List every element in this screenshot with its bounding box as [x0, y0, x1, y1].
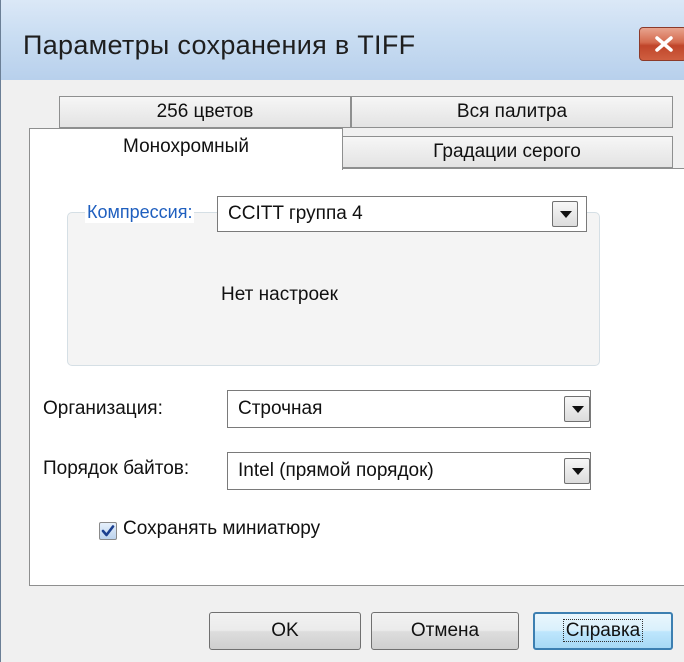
compression-label: Компрессия:	[85, 202, 195, 223]
tab-256-colors[interactable]: 256 цветов	[59, 96, 351, 128]
thumbnail-checkbox[interactable]	[99, 522, 117, 540]
window-title: Параметры сохранения в TIFF	[23, 30, 416, 60]
dropdown-button[interactable]	[552, 201, 578, 227]
cancel-button[interactable]: Отмена	[371, 612, 519, 650]
close-icon	[655, 36, 673, 52]
tab-label: Вся палитра	[456, 101, 568, 122]
help-button[interactable]: Справка	[533, 612, 673, 650]
chevron-down-icon	[572, 406, 584, 413]
help-button-label: Справка	[562, 619, 644, 642]
tab-grayscale[interactable]: Градации серого	[341, 136, 673, 168]
ok-button-label: OK	[271, 620, 299, 641]
tab-label: Градации серого	[433, 141, 581, 162]
dropdown-button[interactable]	[564, 396, 590, 422]
tab-full-palette[interactable]: Вся палитра	[351, 96, 673, 128]
close-button[interactable]	[639, 27, 684, 61]
compression-value: CCITT группа 4	[228, 203, 363, 224]
organization-value: Строчная	[238, 398, 323, 419]
chevron-down-icon	[560, 211, 572, 218]
ok-button[interactable]: OK	[209, 612, 361, 650]
dropdown-button[interactable]	[564, 458, 590, 484]
dialog-window: Параметры сохранения в TIFF 256 цветов В…	[0, 0, 684, 662]
byte-order-label: Порядок байтов:	[43, 458, 190, 479]
compression-select[interactable]: CCITT группа 4	[217, 196, 587, 232]
byte-order-select[interactable]: Intel (прямой порядок)	[227, 452, 591, 490]
tab-monochrome[interactable]: Монохромный	[29, 128, 343, 170]
tab-label: Монохромный	[123, 136, 249, 157]
organization-select[interactable]: Строчная	[227, 390, 591, 428]
organization-label: Организация:	[43, 398, 163, 419]
byte-order-value: Intel (прямой порядок)	[238, 460, 434, 481]
checkmark-icon	[101, 525, 115, 537]
no-settings-text: Нет настроек	[221, 284, 338, 305]
title-bar[interactable]: Параметры сохранения в TIFF	[1, 0, 684, 80]
tab-label: 256 цветов	[156, 101, 254, 122]
chevron-down-icon	[572, 468, 584, 475]
thumbnail-label[interactable]: Сохранять миниатюру	[123, 518, 320, 540]
cancel-button-label: Отмена	[410, 620, 480, 641]
